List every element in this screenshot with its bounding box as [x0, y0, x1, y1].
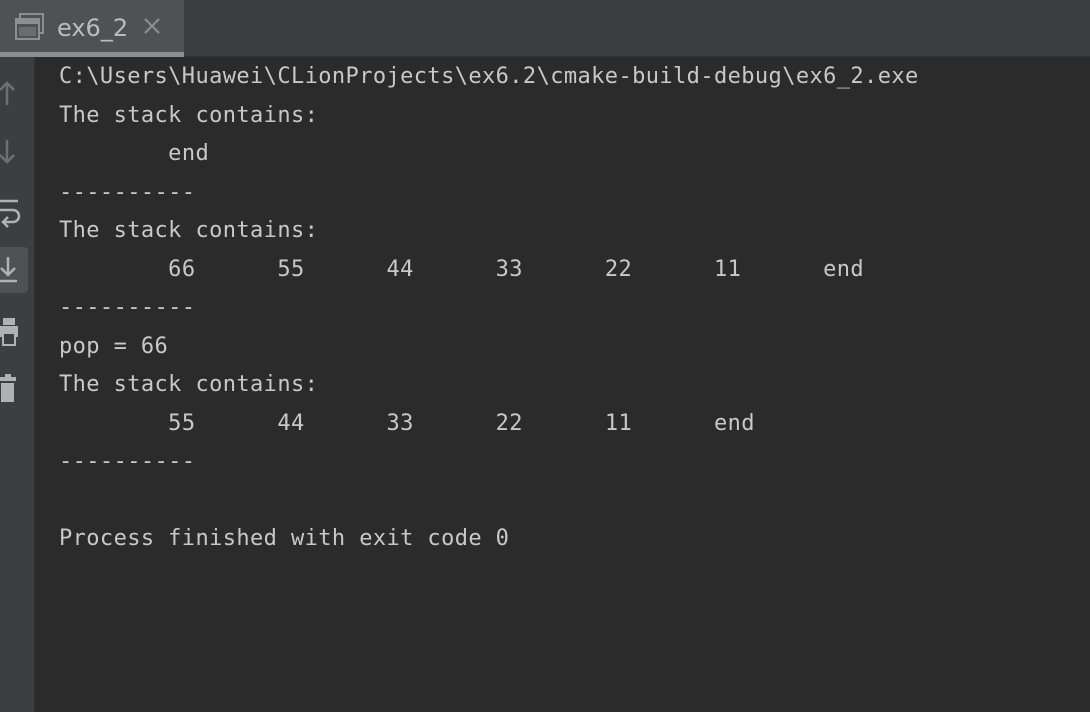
console-line: end: [59, 141, 210, 166]
console-line: pop = 66: [59, 333, 169, 359]
console-line-blank: [59, 482, 919, 521]
console-line-exit-status: Process finished with exit code 0: [59, 526, 510, 551]
tab-bar: ex6_2: [0, 0, 1090, 57]
close-icon[interactable]: [140, 14, 164, 38]
run-tool-window: ex6_2 C:\Users\Huawei\CLionProjects\ex6.…: [0, 0, 1090, 712]
console-output[interactable]: C:\Users\Huawei\CLionProjects\ex6.2\cmak…: [36, 57, 1090, 712]
console-line: 55 44 33 22 11 end: [59, 410, 755, 436]
scroll-to-end-button[interactable]: [0, 247, 28, 293]
soft-wrap-button[interactable]: [0, 190, 28, 236]
up-button[interactable]: [0, 70, 28, 116]
console-line: The stack contains:: [59, 372, 319, 397]
down-button[interactable]: [0, 130, 28, 176]
soft-wrap-icon: [0, 199, 21, 228]
console-line: ----------: [59, 295, 196, 320]
console-window-icon: [15, 13, 45, 41]
arrow-up-icon: [0, 81, 15, 105]
console-line: ----------: [59, 179, 196, 205]
console-toolbar: [0, 57, 35, 712]
tab-ex6_2[interactable]: ex6_2: [0, 0, 184, 57]
console-line: The stack contains:: [59, 102, 319, 128]
tab-title: ex6_2: [57, 14, 129, 42]
arrow-down-icon: [0, 140, 15, 164]
console-line: ----------: [59, 449, 196, 474]
print-button[interactable]: [0, 309, 28, 355]
trash-icon: [0, 374, 16, 402]
console-line: The stack contains:: [59, 218, 319, 243]
print-icon: [0, 318, 18, 346]
scroll-to-end-icon: [0, 257, 17, 283]
clear-button[interactable]: [0, 367, 28, 413]
console-line-command: C:\Users\Huawei\CLionProjects\ex6.2\cmak…: [59, 64, 919, 89]
console-text: C:\Users\Huawei\CLionProjects\ex6.2\cmak…: [59, 58, 919, 559]
console-line: 66 55 44 33 22 11 end: [59, 256, 865, 282]
